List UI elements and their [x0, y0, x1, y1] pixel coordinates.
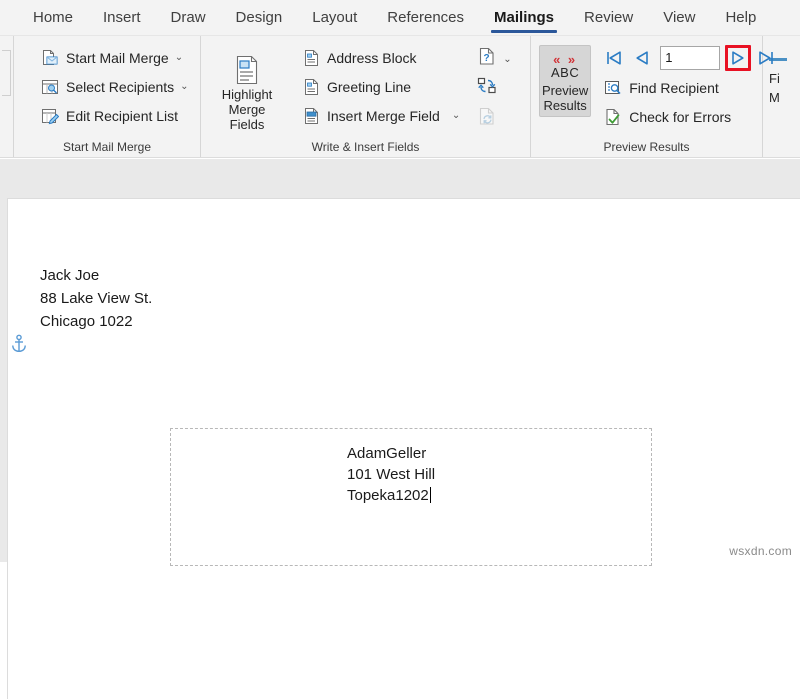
tab-label: References	[387, 9, 465, 26]
tab-label: Mailings	[494, 9, 555, 26]
group-label-write-insert-fields: Write & Insert Fields	[311, 140, 420, 154]
anchor-icon	[10, 334, 30, 354]
mail-merge-icon	[40, 48, 60, 68]
match-fields-button[interactable]	[472, 75, 502, 103]
textbox-content[interactable]: AdamGeller 101 West Hill Topeka1202	[347, 443, 435, 506]
merge-field-textbox[interactable]: AdamGeller 101 West Hill Topeka1202	[170, 428, 652, 566]
match-fields-icon	[477, 77, 497, 101]
find-recipient-button[interactable]: Find Recipient	[597, 73, 779, 102]
start-mail-merge-button[interactable]: Start Mail Merge ⌄	[34, 43, 195, 72]
text-cursor	[429, 487, 431, 503]
edit-recipient-list-button[interactable]: Edit Recipient List	[34, 101, 195, 130]
tab-label: View	[663, 9, 696, 26]
sender-address-line-2: 88 Lake View St.	[40, 290, 153, 307]
chevron-down-icon[interactable]: ⌄	[452, 110, 460, 121]
textbox-line-2: 101 West Hill	[347, 466, 436, 483]
find-recipient-label: Find Recipient	[629, 79, 719, 96]
tab-mailings[interactable]: Mailings	[479, 0, 569, 35]
svg-text:?: ?	[484, 53, 490, 64]
group-label-preview-results: Preview Results	[603, 140, 690, 154]
tab-help[interactable]: Help	[710, 0, 771, 35]
tab-label: Insert	[103, 9, 141, 26]
highlight-merge-fields-label-line2: Merge Fields	[228, 102, 266, 132]
chevron-down-icon[interactable]: ⌄	[180, 81, 188, 92]
chevron-down-icon[interactable]: ⌄	[503, 54, 511, 65]
tab-insert[interactable]: Insert	[88, 0, 156, 35]
highlight-merge-fields-button[interactable]: Highlight Merge Fields	[211, 49, 283, 136]
insert-merge-field-icon	[301, 106, 321, 126]
address-block-label: Address Block	[327, 49, 417, 66]
rules-icon: ?	[478, 47, 496, 71]
highlight-merge-fields-label-line1: Highlight	[221, 87, 273, 102]
select-recipients-button[interactable]: Select Recipients ⌄	[34, 72, 195, 101]
tab-draw[interactable]: Draw	[156, 0, 221, 35]
tab-design[interactable]: Design	[221, 0, 298, 35]
tab-layout[interactable]: Layout	[297, 0, 372, 35]
update-labels-icon	[478, 107, 496, 131]
start-mail-merge-label: Start Mail Merge	[66, 49, 169, 66]
edit-recipient-icon	[40, 106, 60, 126]
document-page[interactable]: Jack Joe 88 Lake View St. Chicago 1022 A…	[8, 199, 800, 699]
record-number-input[interactable]: 1	[660, 46, 721, 70]
tab-references[interactable]: References	[372, 0, 479, 35]
preview-abc-label: ABC	[551, 65, 580, 80]
tab-label: Draw	[170, 9, 206, 26]
tab-label: Help	[725, 9, 757, 26]
select-recipients-label: Select Recipients	[66, 78, 175, 95]
chevron-down-icon[interactable]: ⌄	[175, 52, 183, 63]
check-for-errors-icon	[603, 107, 623, 127]
sender-address-line-1: Jack Joe	[40, 267, 100, 284]
tab-label: Design	[235, 9, 283, 26]
tab-home[interactable]: Home	[18, 0, 88, 35]
greeting-line-icon	[301, 77, 321, 97]
tab-view[interactable]: View	[648, 0, 710, 35]
textbox-line-1: AdamGeller	[347, 445, 427, 462]
ribbon-group-start-mail-merge: Start Mail Merge ⌄ Select Recipients ⌄ E…	[14, 36, 200, 157]
edit-recipient-list-label: Edit Recipient List	[66, 107, 179, 124]
insert-merge-field-button[interactable]: Insert Merge Field ⌄	[295, 101, 466, 130]
textbox-line-3: Topeka1202	[347, 487, 429, 504]
document-workspace: Jack Joe 88 Lake View St. Chicago 1022 A…	[0, 159, 800, 699]
ribbon-group-write-insert-fields: Highlight Merge Fields Address Block Gre…	[200, 36, 530, 157]
preview-results-label-line2: Results	[543, 98, 587, 113]
preview-results-icon: « » ABC	[551, 49, 579, 83]
greeting-line-button[interactable]: Greeting Line	[295, 72, 466, 101]
partial-button[interactable]	[2, 50, 11, 96]
sender-address-block[interactable]: Jack Joe 88 Lake View St. Chicago 1022	[40, 264, 152, 333]
tab-review[interactable]: Review	[569, 0, 648, 35]
ribbon-group-preview-results: « » ABC Preview Results 1 Find Recipient…	[530, 36, 774, 157]
tab-label: Review	[584, 9, 634, 26]
find-recipient-icon	[603, 78, 623, 98]
address-block-button[interactable]: Address Block	[295, 43, 466, 72]
first-record-button[interactable]	[601, 45, 627, 71]
update-labels-button[interactable]	[472, 105, 502, 133]
ribbon-tab-bar: Home Insert Draw Design Layout Reference…	[0, 0, 800, 36]
textbox-line-3-wrap: Topeka1202	[347, 485, 435, 506]
tab-label: Layout	[312, 9, 358, 26]
sender-address-line-3: Chicago 1022	[40, 313, 133, 330]
ribbon-group-partial-left	[0, 36, 14, 157]
site-watermark: wsxdn.com	[729, 544, 792, 558]
greeting-line-label: Greeting Line	[327, 78, 412, 95]
check-for-errors-label: Check for Errors	[629, 108, 732, 125]
highlight-merge-fields-icon	[233, 53, 261, 87]
next-record-button[interactable]	[725, 45, 752, 71]
insert-merge-field-label: Insert Merge Field	[327, 107, 440, 124]
group-label-start-mail-merge: Start Mail Merge	[62, 140, 152, 154]
address-block-icon	[301, 48, 321, 68]
previous-record-button[interactable]	[629, 45, 655, 71]
ribbon: Start Mail Merge ⌄ Select Recipients ⌄ E…	[0, 36, 800, 158]
record-navigation: 1	[597, 43, 779, 73]
rules-button[interactable]: ?	[472, 45, 502, 73]
preview-results-button[interactable]: « » ABC Preview Results	[539, 45, 592, 117]
preview-results-label-line1: Preview	[542, 83, 589, 98]
last-record-button[interactable]	[753, 45, 779, 71]
check-for-errors-button[interactable]: Check for Errors	[597, 102, 779, 131]
tab-label: Home	[33, 9, 74, 26]
select-recipients-icon	[40, 77, 60, 97]
